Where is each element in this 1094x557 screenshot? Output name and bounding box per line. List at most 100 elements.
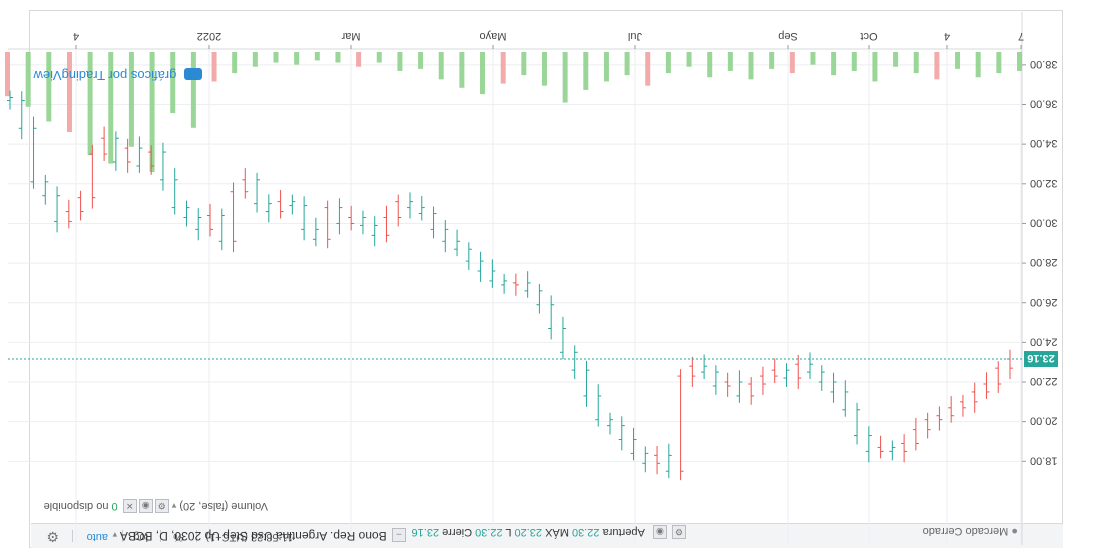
tradingview-watermark[interactable]: gráficos por TradingView <box>34 68 202 83</box>
status-dot-icon: ● <box>1011 525 1018 537</box>
legend-eye-icon[interactable]: ◉ <box>652 525 667 539</box>
volume-bar <box>376 52 382 63</box>
y-tick-label: 28.00 <box>1030 256 1058 268</box>
volume-label: Volume (false, 20) <box>179 500 268 513</box>
volume-bar <box>480 52 486 95</box>
y-tick-label: 26.00 <box>1030 296 1058 308</box>
x-tick-label: 4 <box>73 30 79 42</box>
volume-bar <box>975 52 981 78</box>
chart-grid <box>8 12 1023 545</box>
price-axis: 18.00 20.00 22.00 24.00 26.00 28.00 30.00 32.00… <box>1022 58 1058 466</box>
watermark-text: gráficos por TradingView <box>33 68 177 83</box>
x-tick-label: 4 <box>944 30 950 42</box>
x-tick-label: Oct <box>860 30 877 42</box>
legend-symbol-row: – Bono Rep. Argentina Usd Step Up 2030, … <box>113 528 406 543</box>
min-label: L <box>505 526 512 539</box>
y-tick-label: 32.00 <box>1030 177 1058 189</box>
volume-value: 0 <box>111 500 118 513</box>
y-tick-label: 34.00 <box>1030 137 1058 149</box>
volume-bar <box>438 52 444 80</box>
volume-bar <box>727 52 733 71</box>
y-tick-label: 38.00 <box>1030 58 1058 70</box>
volume-note: no disponible <box>43 500 109 513</box>
volume-settings-icon[interactable]: ⚙ <box>154 499 169 513</box>
apertura-label: Apertura <box>602 526 645 539</box>
market-status: ● Mercado Cerrado <box>923 525 1018 537</box>
volume-legend-row: Volume (false, 20) ▾ ⚙◉✕ 0 no disponible <box>44 499 268 513</box>
y-tick-label: 22.00 <box>1030 375 1058 387</box>
volume-bar <box>273 52 279 63</box>
x-tick-label: Mayo <box>480 30 507 42</box>
volume-bar <box>603 52 609 82</box>
volume-bar <box>748 52 754 80</box>
volume-bar <box>872 52 878 82</box>
volume-bar <box>707 52 713 78</box>
volume-bar <box>769 52 775 69</box>
volume-eye-icon[interactable]: ◉ <box>138 499 153 513</box>
volume-bar <box>128 52 134 147</box>
volume-bar <box>294 52 300 65</box>
volume-bar <box>66 52 72 132</box>
cierre-label: Cierre <box>442 526 473 539</box>
y-tick-label: 24.00 <box>1030 335 1058 347</box>
volume-bar <box>356 52 362 67</box>
volume-bar <box>252 52 258 67</box>
volume-bar <box>211 52 217 82</box>
legend-values-row: ⚙ ◉ Apertura 22.30 MÁX 23.20 L 22.30 Cie… <box>412 525 686 539</box>
volume-bar <box>913 52 919 74</box>
x-tick-label: Sep <box>778 30 798 42</box>
last-price-label: 23.16 <box>1027 352 1055 364</box>
volume-bar <box>5 52 10 97</box>
apertura-value: 22.30 <box>572 526 600 539</box>
volume-bar <box>624 52 630 76</box>
volume-bar <box>810 52 816 65</box>
volume-bar <box>25 52 31 107</box>
price-chart[interactable]: 18.00 20.00 22.00 24.00 26.00 28.00 30.00 32.00… <box>0 0 1094 557</box>
volume-bar <box>665 52 671 74</box>
volume-bar <box>521 52 527 76</box>
volume-bar <box>583 52 589 90</box>
legend-settings-icon[interactable]: ⚙ <box>672 525 686 539</box>
market-status-label: Mercado Cerrado <box>922 525 1009 537</box>
max-value: 23.20 <box>514 526 543 539</box>
last-price-line: 23.16 <box>8 351 1058 368</box>
volume-bar <box>541 52 547 86</box>
volume-bar <box>562 52 568 103</box>
volume-dropdown-icon[interactable]: ▾ <box>172 501 177 511</box>
y-tick-label: 30.00 <box>1030 216 1058 228</box>
volume-bar <box>500 52 506 84</box>
legend-symbol: Bono Rep. Argentina Usd Step Up 2030, D,… <box>120 529 387 543</box>
cierre-value: 23.16 <box>411 526 440 539</box>
volume-bar <box>46 52 52 122</box>
max-label: MÁX <box>545 526 569 539</box>
volume-bar <box>893 52 899 67</box>
volume-bar <box>459 52 465 88</box>
volume-bar <box>335 52 341 63</box>
x-tick-label: 2022 <box>197 30 221 42</box>
volume-bar <box>789 52 795 74</box>
volume-bar <box>831 52 837 76</box>
volume-bar <box>232 52 238 74</box>
volume-bar <box>645 52 651 86</box>
x-tick-label: 7 <box>1018 30 1024 42</box>
volume-bar <box>996 52 1002 74</box>
volume-bar <box>314 52 320 61</box>
volume-bar <box>1017 52 1022 71</box>
x-tick-label: Mar <box>341 30 360 42</box>
volume-bar <box>418 52 424 69</box>
legend-dropdown-icon[interactable]: ▾ <box>113 530 118 540</box>
volume-bar <box>955 52 961 69</box>
min-value: 22.30 <box>475 526 503 539</box>
volume-close-icon[interactable]: ✕ <box>122 499 137 513</box>
y-tick-label: 18.00 <box>1030 454 1058 466</box>
volume-bar <box>934 52 940 80</box>
volume-bar <box>686 52 692 67</box>
volume-bar <box>851 52 857 71</box>
volume-bar <box>190 52 196 128</box>
time-axis: 4 2022 Mar Mayo Jul Sep Oct 4 7 <box>73 30 1024 49</box>
y-tick-label: 36.00 <box>1030 98 1058 110</box>
volume-bar <box>397 52 403 71</box>
y-tick-label: 20.00 <box>1030 415 1058 427</box>
collapse-legend-icon[interactable]: – <box>392 528 406 543</box>
tradingview-logo-icon <box>184 68 202 81</box>
